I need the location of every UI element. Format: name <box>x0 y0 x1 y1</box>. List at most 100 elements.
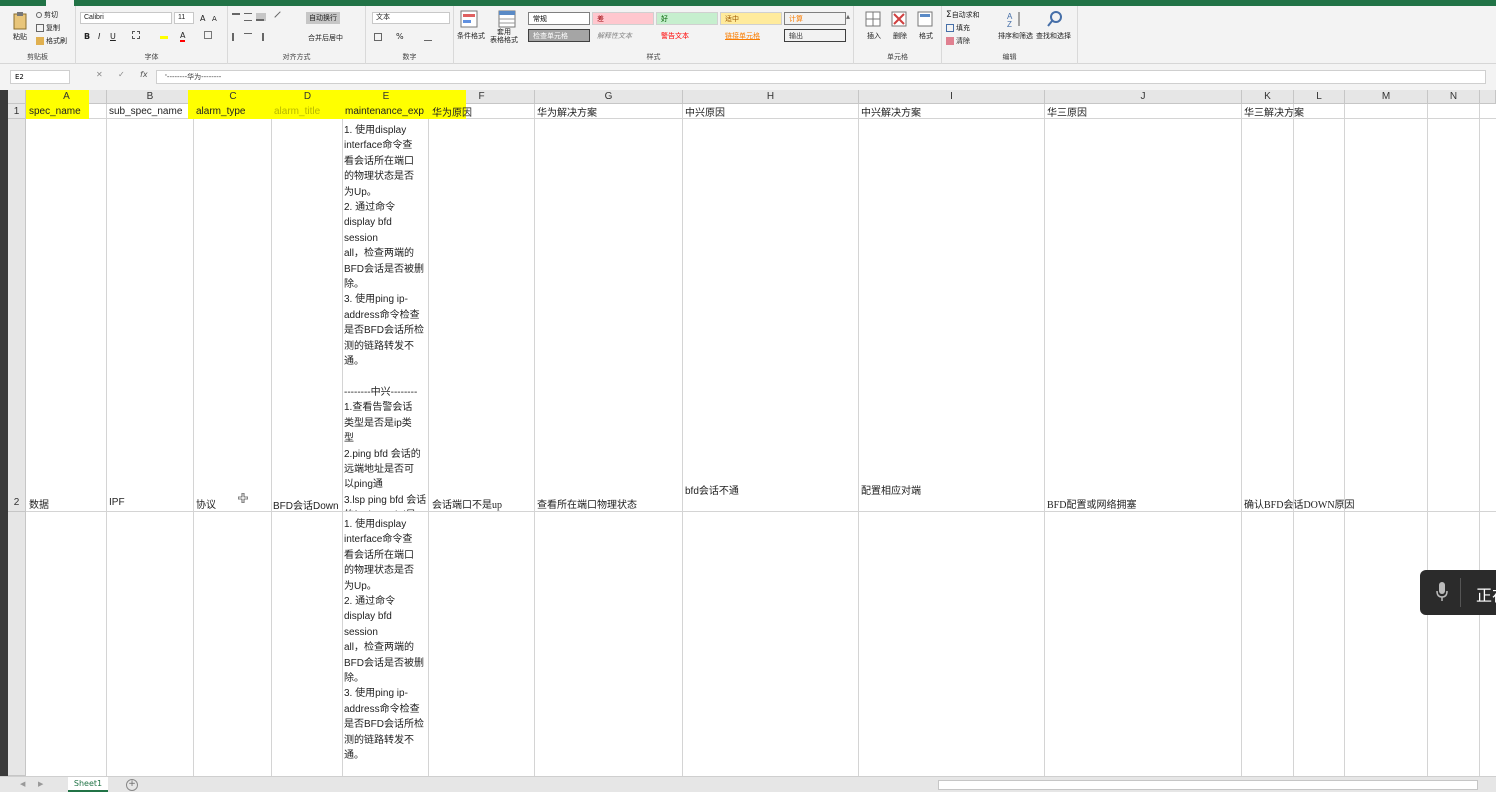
sheet-tab-sheet1[interactable]: Sheet1 <box>68 777 108 792</box>
paste-button[interactable] <box>12 12 28 32</box>
align-top-button[interactable] <box>232 13 242 21</box>
merge-center-label: 合并后居中 <box>308 34 343 42</box>
insert-function-icon[interactable]: fx <box>140 70 148 79</box>
column-header-l[interactable]: L <box>1294 90 1345 104</box>
cell-g1[interactable]: 华为解决方案 <box>537 104 597 119</box>
cell-b2[interactable]: IPF <box>109 497 125 508</box>
cell-e1[interactable]: maintenance_exp <box>345 106 429 117</box>
table-format-button[interactable] <box>498 10 516 30</box>
cell-g2[interactable]: 查看所在端口物理状态 <box>537 496 637 511</box>
row-header-2[interactable]: 2 <box>8 119 26 512</box>
cell-k2[interactable]: 确认BFD会话DOWN原因 <box>1244 496 1355 511</box>
fill-button[interactable]: 填充 <box>946 23 970 33</box>
cell-h1[interactable]: 中兴原因 <box>685 104 725 119</box>
eraser-icon <box>946 37 954 45</box>
cell-i1[interactable]: 中兴解决方案 <box>861 104 921 119</box>
sheet-nav-left-icon[interactable]: ◀ <box>20 780 25 788</box>
cell-j2[interactable]: BFD配置或网络拥塞 <box>1047 496 1136 511</box>
decimal-button[interactable] <box>424 33 434 41</box>
cell-b1[interactable]: sub_spec_name <box>109 106 182 117</box>
formula-input[interactable]: '--------华为-------- <box>156 70 1486 84</box>
font-size-select[interactable]: 11 <box>174 12 194 24</box>
add-sheet-button[interactable]: + <box>126 779 138 791</box>
align-right-button[interactable] <box>256 33 266 41</box>
format-button[interactable] <box>916 10 934 30</box>
font-color-button[interactable]: A <box>180 31 186 42</box>
cell-d1[interactable]: alarm_title <box>274 106 320 117</box>
row-header-3[interactable] <box>8 512 26 776</box>
horizontal-scrollbar[interactable] <box>938 780 1478 790</box>
column-header-m[interactable]: M <box>1345 90 1428 104</box>
voice-input-overlay[interactable]: 正在 <box>1420 570 1496 615</box>
grow-font-button[interactable]: A <box>200 14 205 23</box>
cell-a1[interactable]: spec_name <box>29 106 81 117</box>
column-header-n[interactable]: N <box>1428 90 1480 104</box>
column-header-g[interactable]: G <box>535 90 683 104</box>
row-header-1[interactable]: 1 <box>8 104 26 119</box>
cell-f2[interactable]: 会话端口不是up <box>432 496 502 511</box>
cell-f1[interactable]: 华为原因 <box>432 104 472 119</box>
cancel-formula-icon[interactable]: ✕ <box>96 70 103 79</box>
column-header-h[interactable]: H <box>683 90 859 104</box>
column-header-k[interactable]: K <box>1242 90 1294 104</box>
border-button[interactable] <box>132 31 142 39</box>
style-good[interactable]: 好 <box>656 12 718 25</box>
merge-center-button[interactable]: 合并后居中 <box>308 33 343 43</box>
cell-c2[interactable]: 协议 <box>196 496 216 511</box>
styles-scroll-button[interactable]: ▴ <box>846 12 850 21</box>
cell-c1[interactable]: alarm_type <box>196 106 245 117</box>
italic-button[interactable]: I <box>98 32 100 41</box>
style-output[interactable]: 输出 <box>784 29 846 42</box>
column-header-j[interactable]: J <box>1045 90 1242 104</box>
currency-button[interactable] <box>374 33 384 41</box>
align-center-button[interactable] <box>244 33 254 41</box>
style-bad[interactable]: 差 <box>592 12 654 25</box>
cell-e2[interactable]: 1. 使用display interface命令查 看会话所在端口 的物理状态是… <box>344 123 428 511</box>
cell-a2[interactable]: 数据 <box>29 496 49 511</box>
autosum-button[interactable]: Σ自动求和 <box>946 10 980 20</box>
orientation-button[interactable] <box>274 11 286 23</box>
cell-i2[interactable]: 配置相应对端 <box>861 482 921 497</box>
style-warning[interactable]: 警告文本 <box>656 29 718 42</box>
font-name-select[interactable]: Calibri <box>80 12 172 24</box>
cell-e3[interactable]: 1. 使用display interface命令查 看会话所在端口 的物理状态是… <box>344 517 428 776</box>
style-neutral[interactable]: 适中 <box>720 12 782 25</box>
fill-color-button[interactable] <box>160 31 170 39</box>
format-painter-button[interactable]: 格式刷 <box>36 36 67 46</box>
delete-button[interactable] <box>890 10 908 30</box>
underline-button[interactable]: U <box>110 32 116 41</box>
cut-button[interactable]: 剪切 <box>36 10 58 20</box>
style-calculation[interactable]: 计算 <box>784 12 846 25</box>
style-normal[interactable]: 常规 <box>528 12 590 25</box>
name-box[interactable]: E2 <box>10 70 70 84</box>
cell-k1[interactable]: 华三解决方案 <box>1244 104 1304 119</box>
cell-h2[interactable]: bfd会话不通 <box>685 482 739 497</box>
style-explanatory[interactable]: 解释性文本 <box>592 29 654 42</box>
wrap-text-button[interactable]: 自动换行 <box>306 12 340 24</box>
sort-filter-button[interactable]: AZ <box>1006 10 1024 30</box>
cell-j1[interactable]: 华三原因 <box>1047 104 1087 119</box>
style-check-cell[interactable]: 检查单元格 <box>528 29 590 42</box>
percent-button[interactable]: % <box>396 32 404 41</box>
copy-button[interactable]: 复制 <box>36 23 60 33</box>
sheet-nav-right-icon[interactable]: ▶ <box>38 780 43 788</box>
select-all-corner[interactable] <box>8 90 26 104</box>
insert-button[interactable] <box>864 10 882 30</box>
align-middle-button[interactable] <box>244 13 254 21</box>
bold-button[interactable]: B <box>84 32 90 41</box>
phonetic-button[interactable] <box>204 31 214 39</box>
conditional-format-button[interactable] <box>460 10 478 30</box>
align-left-button[interactable] <box>232 33 242 41</box>
clear-button[interactable]: 清除 <box>946 36 970 46</box>
column-header-i[interactable]: I <box>859 90 1045 104</box>
confirm-formula-icon[interactable]: ✓ <box>118 70 125 79</box>
cell-d2[interactable]: BFD会话Down <box>273 497 339 512</box>
number-format-select[interactable]: 文本 <box>372 12 450 24</box>
worksheet-grid[interactable]: A B C D E F G H I J K L M N 1 2 A <box>0 90 1496 776</box>
align-right-icon <box>256 33 264 41</box>
column-header-b[interactable]: B <box>107 90 194 104</box>
find-select-button[interactable] <box>1046 10 1064 30</box>
align-bottom-button[interactable] <box>256 13 266 21</box>
style-linked-cell[interactable]: 链接单元格 <box>720 29 782 42</box>
shrink-font-button[interactable]: A <box>212 15 217 23</box>
